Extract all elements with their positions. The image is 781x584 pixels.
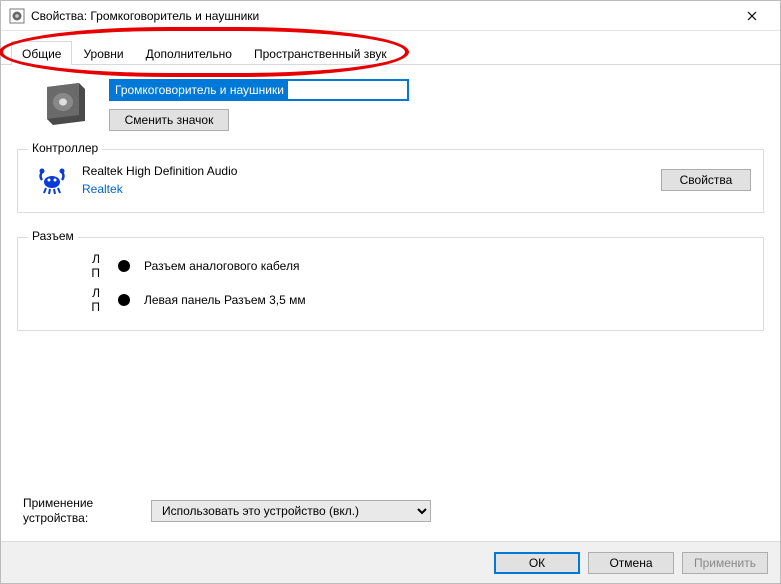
tab-levels[interactable]: Уровни — [72, 41, 134, 65]
jack-group: Разъем Л П Разъем аналогового кабеля Л П… — [17, 237, 764, 331]
jack-lr-indicator: Л П — [74, 286, 104, 314]
device-name-input[interactable]: Громкоговоритель и наушники — [109, 79, 409, 101]
jack-row: Л П Разъем аналогового кабеля — [74, 252, 751, 280]
tab-content-general: Громкоговоритель и наушники Сменить знач… — [1, 65, 780, 541]
jack-color-dot — [118, 260, 130, 272]
device-usage-select[interactable]: Использовать это устройство (вкл.) — [151, 500, 431, 522]
jack-lr-indicator: Л П — [74, 252, 104, 280]
properties-dialog: Свойства: Громкоговоритель и наушники Об… — [0, 0, 781, 584]
speaker-icon — [9, 8, 25, 24]
apply-button[interactable]: Применить — [682, 552, 768, 574]
controller-name: Realtek High Definition Audio — [82, 164, 647, 178]
jack-color-dot — [118, 294, 130, 306]
tab-strip: Общие Уровни Дополнительно Пространствен… — [1, 37, 780, 65]
window-title: Свойства: Громкоговоритель и наушники — [31, 9, 732, 23]
ok-button[interactable]: ОК — [494, 552, 580, 574]
jack-label: Разъем аналогового кабеля — [144, 259, 299, 273]
tab-general[interactable]: Общие — [11, 41, 72, 65]
realtek-crab-icon — [36, 164, 68, 196]
dialog-footer: ОК Отмена Применить — [1, 541, 780, 583]
close-button[interactable] — [732, 2, 772, 30]
device-speaker-icon — [41, 83, 89, 125]
change-icon-button[interactable]: Сменить значок — [109, 109, 229, 131]
controller-vendor-link[interactable]: Realtek — [82, 182, 647, 196]
tab-advanced[interactable]: Дополнительно — [135, 41, 243, 65]
controller-legend: Контроллер — [28, 141, 102, 155]
jack-label: Левая панель Разъем 3,5 мм — [144, 293, 306, 307]
jack-row: Л П Левая панель Разъем 3,5 мм — [74, 286, 751, 314]
titlebar: Свойства: Громкоговоритель и наушники — [1, 1, 780, 31]
controller-properties-button[interactable]: Свойства — [661, 169, 751, 191]
controller-group: Контроллер Realtek High Defini — [17, 149, 764, 213]
cancel-button[interactable]: Отмена — [588, 552, 674, 574]
device-usage-label: Применение устройства: — [23, 496, 133, 525]
jack-legend: Разъем — [28, 229, 78, 243]
tab-spatial-sound[interactable]: Пространственный звук — [243, 41, 398, 65]
device-name-value: Громкоговоритель и наушники — [111, 81, 288, 99]
